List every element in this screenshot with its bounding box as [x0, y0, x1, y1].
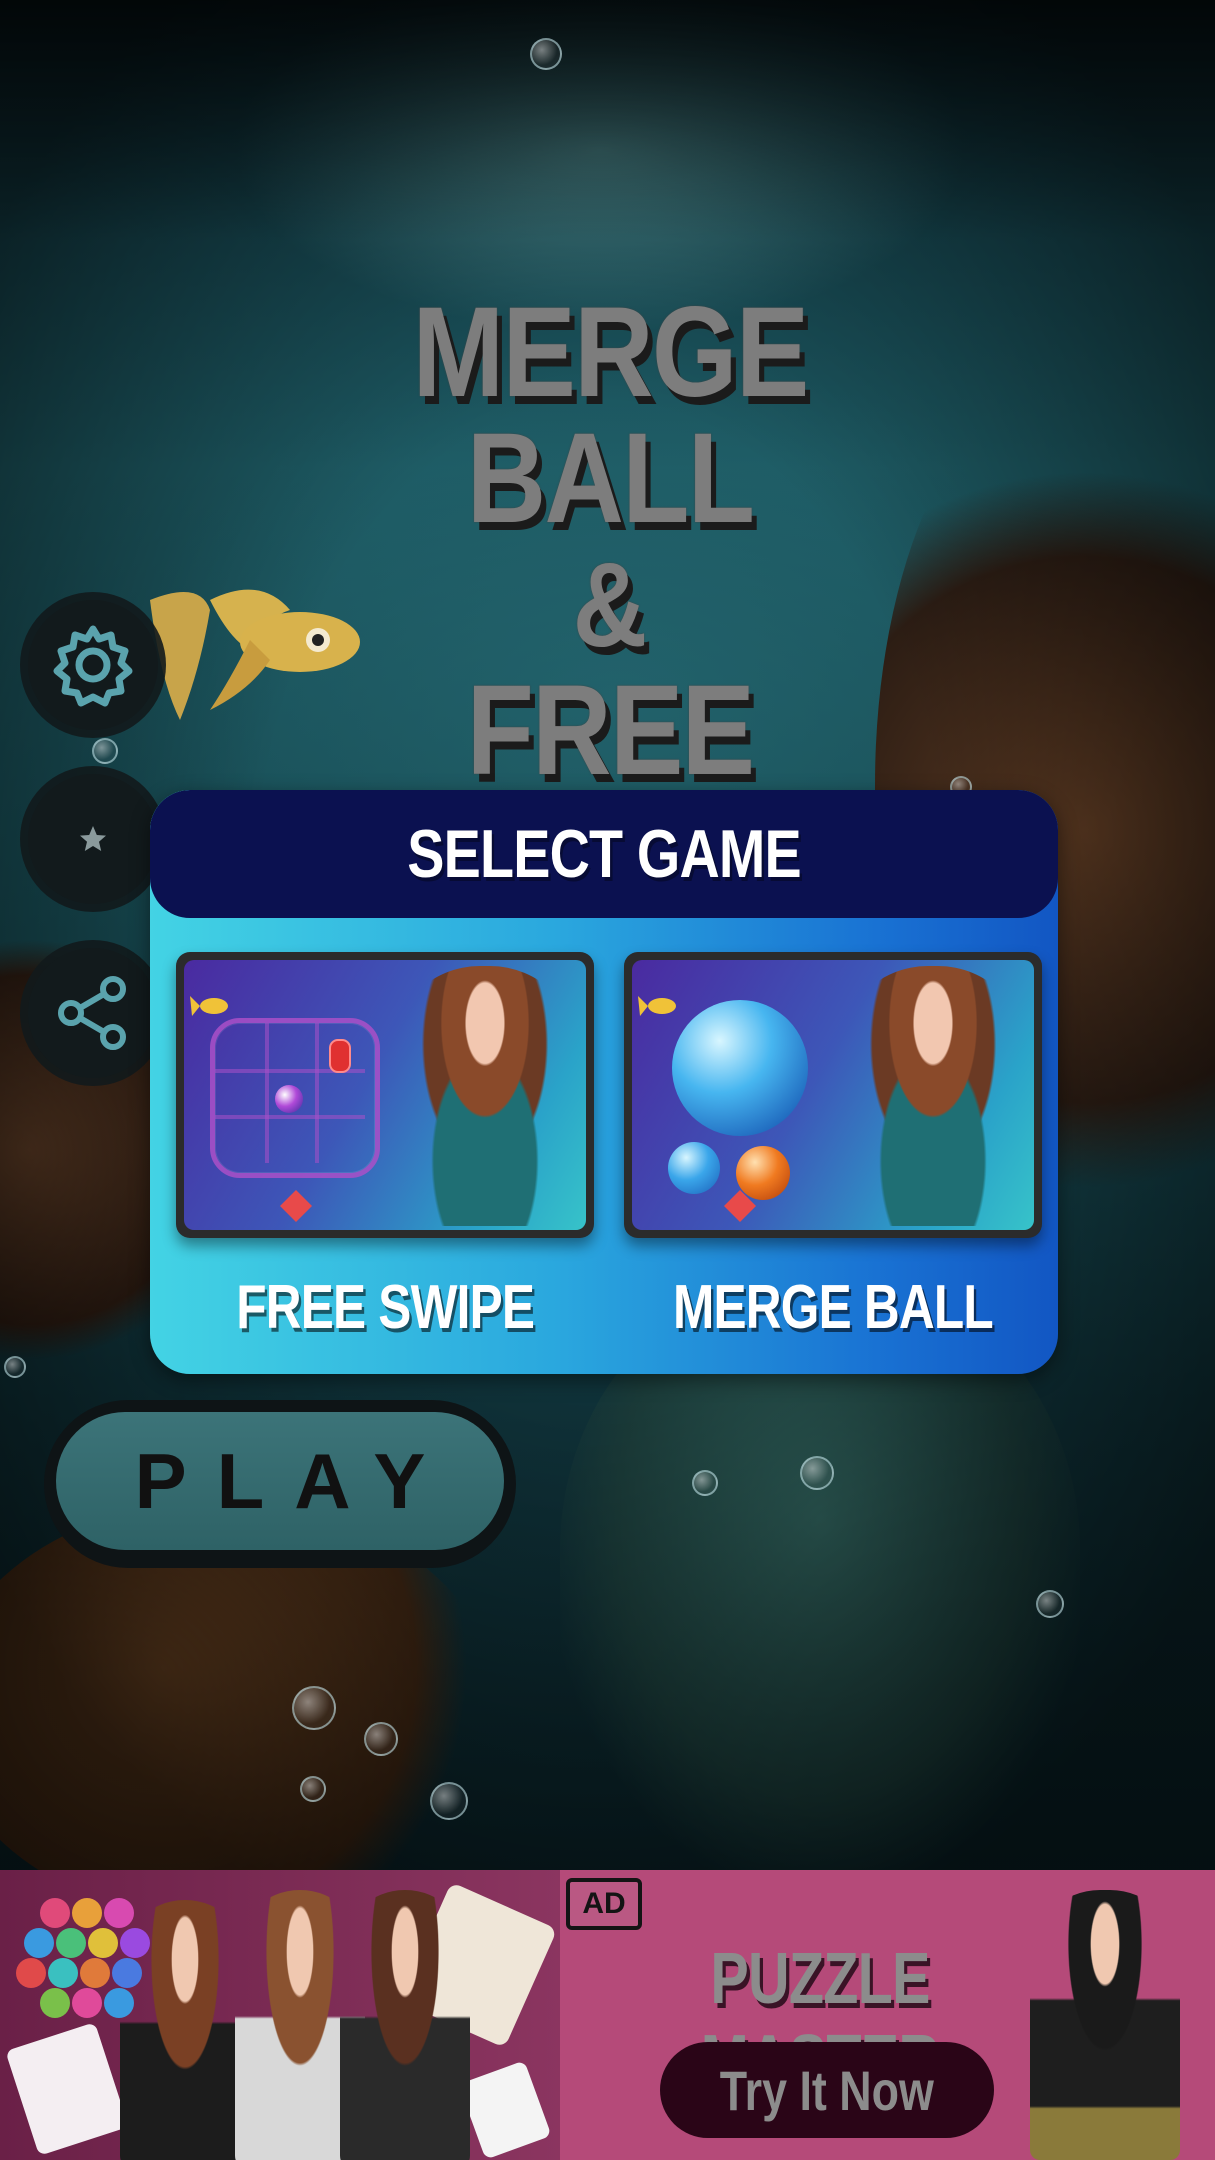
number-grid-card: [5, 2022, 129, 2156]
girl-illustration: [120, 1900, 250, 2160]
fish-icon: [638, 996, 676, 1016]
big-blue-ball-icon: [672, 1000, 808, 1136]
hex-tile: [24, 1928, 54, 1958]
small-blue-ball-icon: [668, 1142, 720, 1194]
free-swipe-thumbnail: [184, 960, 586, 1230]
try-it-now-label: Try It Now: [719, 2058, 935, 2122]
hex-tile: [104, 1898, 134, 1928]
mermaid-portrait: [390, 966, 580, 1226]
select-game-header: SELECT GAME: [150, 790, 1058, 918]
bubble: [300, 1776, 326, 1802]
title-line-1: MERGE BALL: [412, 281, 809, 550]
hex-tile: [72, 1898, 102, 1928]
hex-tile: [48, 1958, 78, 1988]
select-game-title: SELECT GAME: [407, 816, 802, 892]
bubble: [530, 38, 562, 70]
ad-banner[interactable]: AD PUZZLE MASTER Try It Now: [0, 1870, 1215, 2160]
hex-tile: [88, 1928, 118, 1958]
merge-ball-label: MERGE BALL: [673, 1273, 994, 1342]
rate-button[interactable]: [28, 774, 158, 904]
merge-ball-thumbnail: [632, 960, 1034, 1230]
share-button[interactable]: [28, 948, 158, 1078]
ad-badge: AD: [566, 1878, 642, 1930]
hex-tile: [80, 1958, 110, 1988]
play-button-label: PLAY: [134, 1436, 456, 1525]
bubble: [4, 1356, 26, 1378]
fish-icon: [190, 996, 228, 1016]
title-line-2: &: [572, 538, 648, 672]
diamond-icon: [724, 1190, 756, 1222]
hex-tile: [40, 1898, 70, 1928]
try-it-now-button[interactable]: Try It Now: [660, 2042, 994, 2138]
settings-button[interactable]: [28, 600, 158, 730]
free-swipe-label: FREE SWIPE: [236, 1273, 535, 1342]
share-icon: [58, 976, 126, 1050]
businesswoman-illustration: [1030, 1890, 1180, 2160]
hex-tile: [16, 1958, 46, 1988]
ad-artwork: [0, 1870, 560, 2160]
star-icon: [80, 826, 106, 851]
game-card-free-swipe[interactable]: FREE SWIPE: [176, 952, 594, 1342]
hex-tile: [40, 1988, 70, 2018]
hex-tile: [56, 1928, 86, 1958]
play-button[interactable]: PLAY: [44, 1400, 516, 1568]
girl-illustration: [340, 1890, 470, 2160]
hex-tile: [72, 1988, 102, 2018]
bubble: [692, 1470, 718, 1496]
diamond-icon: [280, 1190, 312, 1222]
swipe-board-icon: [210, 1018, 380, 1178]
fish-icon: [150, 589, 360, 720]
dice-card: [458, 2060, 552, 2160]
bubble: [292, 1686, 336, 1730]
select-game-panel: SELECT GAME FREE SWIPE MERGE BALL: [150, 790, 1058, 1374]
bubble: [800, 1456, 834, 1490]
bubble: [1036, 1590, 1064, 1618]
gear-icon: [53, 625, 133, 707]
bubble: [430, 1782, 468, 1820]
bubble: [364, 1722, 398, 1756]
game-card-merge-ball[interactable]: MERGE BALL: [624, 952, 1042, 1342]
bubble: [92, 738, 118, 764]
mermaid-portrait: [838, 966, 1028, 1226]
